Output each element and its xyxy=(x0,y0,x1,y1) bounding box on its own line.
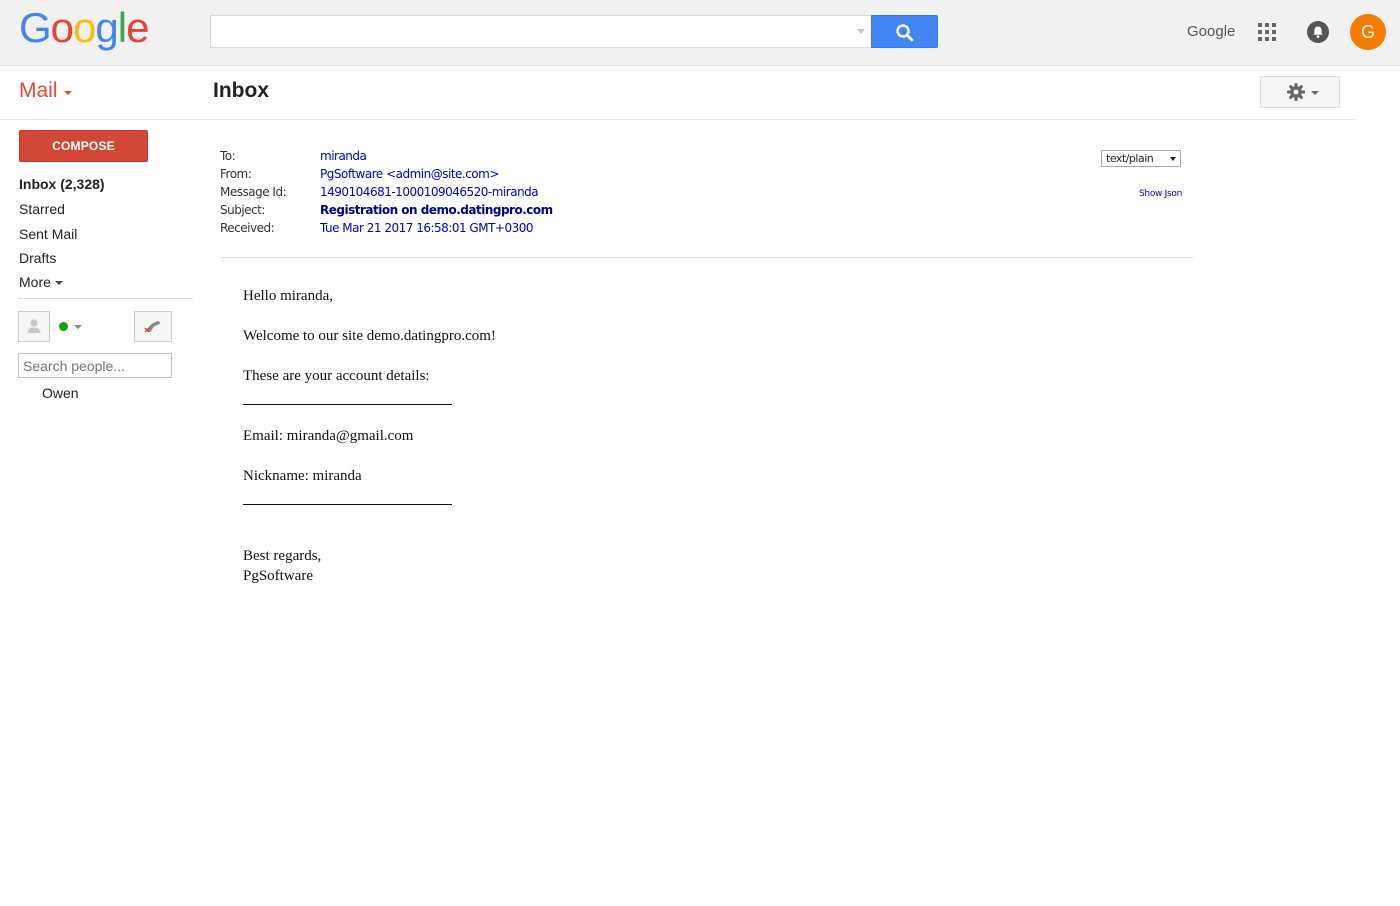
search-box xyxy=(210,15,872,48)
notifications-bell-icon[interactable] xyxy=(1307,21,1329,43)
sidebar-item-more[interactable]: More xyxy=(19,274,63,290)
from-label: From: xyxy=(220,167,252,181)
format-select[interactable]: text/plain xyxy=(1101,150,1181,167)
status-caret-icon[interactable] xyxy=(74,325,82,329)
body-separator-line xyxy=(243,504,452,505)
chat-profile-avatar[interactable] xyxy=(18,311,50,342)
format-selected-value: text/plain xyxy=(1106,152,1154,165)
sidebar-item-starred[interactable]: Starred xyxy=(19,201,65,217)
body-signature: PgSoftware xyxy=(243,568,313,584)
body-email: Email: miranda@gmail.com xyxy=(243,428,414,444)
sidebar-item-label: More xyxy=(19,274,51,290)
message-id-value: 1490104681-1000109046520-miranda xyxy=(320,185,539,199)
body-regards: Best regards, xyxy=(243,548,322,564)
subject-label: Subject: xyxy=(220,203,265,217)
show-json-link[interactable]: Show Json xyxy=(1139,189,1182,199)
google-logo[interactable]: Google xyxy=(19,4,149,51)
google-account-link[interactable]: Google xyxy=(1187,23,1235,40)
contact-item[interactable]: Owen xyxy=(42,385,79,401)
to-label: To: xyxy=(220,149,236,163)
chevron-down-icon xyxy=(54,281,63,286)
received-value: Tue Mar 21 2017 16:58:01 GMT+0300 xyxy=(320,221,534,235)
divider xyxy=(0,119,1355,120)
logo-letter: o xyxy=(50,4,74,51)
search-dropdown-icon[interactable] xyxy=(857,29,865,34)
search-people-input[interactable] xyxy=(18,353,172,378)
logo-letter: G xyxy=(19,4,52,51)
account-avatar[interactable]: G xyxy=(1350,14,1386,50)
select-caret-icon xyxy=(1170,157,1176,161)
logo-letter: g xyxy=(95,4,118,51)
settings-caret-icon xyxy=(1311,91,1319,95)
person-icon xyxy=(27,319,41,333)
subject-value: Registration on demo.datingpro.com xyxy=(320,203,553,217)
received-label: Received: xyxy=(220,221,275,235)
online-status-icon[interactable] xyxy=(59,322,68,331)
sidebar-item-drafts[interactable]: Drafts xyxy=(19,250,56,266)
body-greeting: Hello miranda, xyxy=(243,288,333,304)
body-details-intro: These are your account details: xyxy=(243,368,430,384)
compose-button[interactable]: COMPOSE xyxy=(19,130,148,162)
to-value: miranda xyxy=(320,149,367,163)
search-button[interactable] xyxy=(871,15,938,48)
sidebar-item-sent-mail[interactable]: Sent Mail xyxy=(19,226,77,242)
call-button[interactable] xyxy=(134,311,172,342)
settings-button[interactable] xyxy=(1260,76,1340,108)
message-id-label: Message Id: xyxy=(220,185,287,199)
search-input[interactable] xyxy=(211,16,851,47)
from-value: PgSoftware <admin@site.com> xyxy=(320,167,499,181)
page-title: Inbox xyxy=(213,79,269,102)
body-separator-line xyxy=(243,404,452,405)
logo-letter: o xyxy=(73,4,96,51)
body-nickname: Nickname: miranda xyxy=(243,468,362,484)
body-welcome: Welcome to our site demo.datingpro.com! xyxy=(243,328,496,344)
mail-menu-caret-icon[interactable] xyxy=(64,91,72,95)
logo-letter: e xyxy=(126,4,149,51)
apps-grid-icon[interactable] xyxy=(1258,23,1278,43)
logo-letter: l xyxy=(117,4,127,51)
gear-icon xyxy=(1287,83,1305,101)
search-icon xyxy=(896,24,914,42)
divider xyxy=(220,257,1194,258)
mail-menu[interactable]: Mail xyxy=(19,79,58,103)
phone-icon xyxy=(144,321,160,333)
sidebar-item-inbox[interactable]: Inbox (2,328) xyxy=(19,176,105,192)
divider xyxy=(18,298,193,299)
